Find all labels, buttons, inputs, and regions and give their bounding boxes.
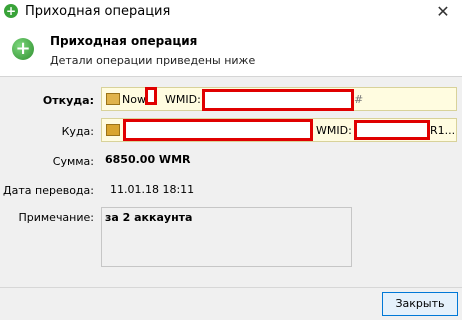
from-field: Now WMID: #: [101, 87, 457, 111]
amount-value: 6850.00 WMR: [105, 153, 191, 166]
redaction-box: [354, 120, 430, 140]
to-wmid-label: WMID:: [316, 124, 352, 137]
window-title: Приходная операция: [25, 4, 171, 19]
note-label: Примечание:: [18, 211, 94, 224]
amount-field: 6850.00 WMR: [101, 148, 457, 172]
close-button[interactable]: Закрыть: [382, 292, 458, 316]
from-purse-prefix: Now: [122, 93, 146, 106]
note-field: за 2 аккаунта: [101, 207, 352, 267]
from-wmid-label: WMID:: [165, 93, 201, 106]
plus-icon: +: [12, 38, 34, 60]
from-wmid-suffix: #: [354, 93, 364, 106]
header-subtitle: Детали операции приведены ниже: [50, 54, 256, 67]
button-bar: Закрыть: [0, 288, 462, 320]
date-label: Дата перевода:: [3, 184, 94, 197]
to-wmid-suffix: R1...: [430, 124, 456, 137]
to-label: Куда:: [61, 125, 94, 138]
header-title: Приходная операция: [50, 34, 198, 48]
wallet-icon: [106, 93, 120, 105]
to-field: WMID: R1...: [101, 118, 457, 142]
window-close-button[interactable]: ✕: [432, 1, 454, 23]
dialog-header: + Приходная операция Детали операции при…: [0, 24, 462, 77]
redaction-box: [145, 87, 157, 105]
details-panel: Откуда: Now WMID: # Куда: WMID: R1... Су…: [0, 77, 462, 288]
from-label: Откуда:: [42, 94, 94, 107]
date-field: 11.01.18 18:11: [101, 178, 457, 202]
note-value: за 2 аккаунта: [105, 211, 193, 224]
app-plus-icon: +: [4, 4, 18, 18]
date-value: 11.01.18 18:11: [110, 183, 195, 196]
redaction-box: [123, 119, 313, 141]
redaction-box: [202, 89, 354, 111]
wallet-icon: [106, 124, 120, 136]
title-bar: + Приходная операция ✕: [0, 0, 462, 24]
amount-label: Сумма:: [52, 155, 94, 168]
